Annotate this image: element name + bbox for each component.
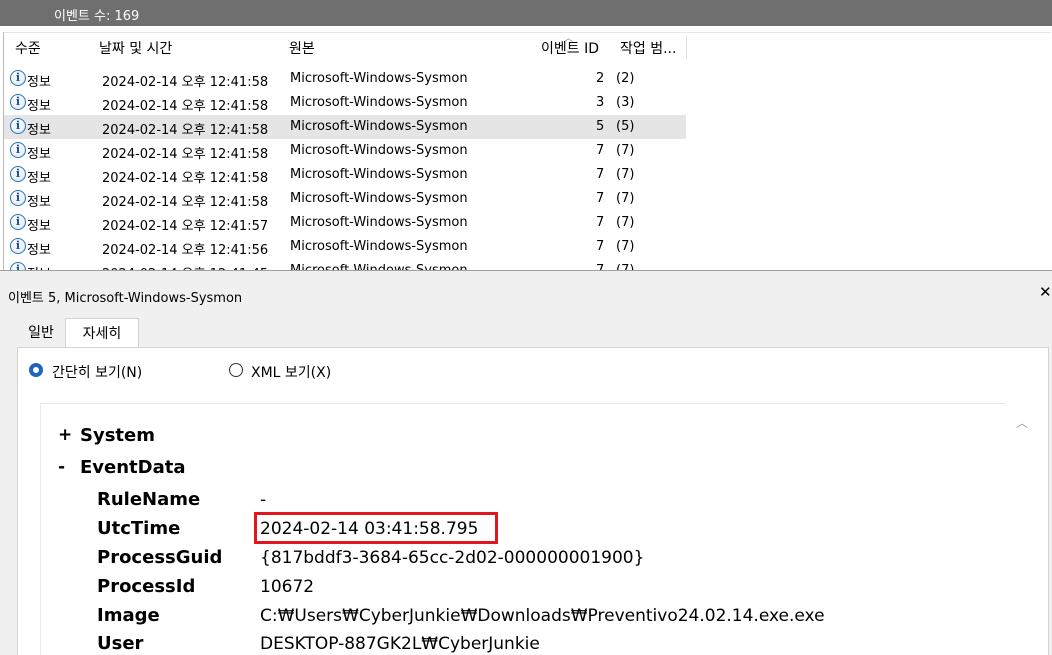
row-level: 정보 xyxy=(27,99,51,114)
info-icon: i xyxy=(10,190,26,206)
row-task: (7) xyxy=(616,191,635,206)
field-key: User xyxy=(97,633,144,654)
table-row[interactable]: i 정보 2024-02-14 오후 12:41:58 Microsoft-Wi… xyxy=(4,187,686,211)
event-viewer: 이벤트 수: 169 수준 날짜 및 시간 원본 ︿ 이벤트 ID 작업 범..… xyxy=(0,0,1052,655)
field-value: C:₩Users₩CyberJunkie₩Downloads₩Preventiv… xyxy=(260,606,825,626)
row-level: 정보 xyxy=(27,123,51,138)
info-icon: i xyxy=(10,214,26,230)
row-level: 정보 xyxy=(27,219,51,234)
table-row[interactable]: i 정보 2024-02-14 오후 12:41:58 Microsoft-Wi… xyxy=(4,91,686,115)
event-count-bar: 이벤트 수: 169 xyxy=(0,0,1052,26)
field-key: RuleName xyxy=(97,489,201,510)
xml-view-label: XML 보기(X) xyxy=(251,365,332,381)
info-icon: i xyxy=(10,94,26,110)
row-event-id: 5 xyxy=(596,119,605,134)
row-source: Microsoft-Windows-Sysmon xyxy=(290,167,468,182)
row-task: (3) xyxy=(616,95,635,110)
row-task: (7) xyxy=(616,167,635,182)
row-task: (7) xyxy=(616,143,635,158)
column-header-task[interactable]: 작업 범... xyxy=(620,38,676,58)
close-icon[interactable]: ✕ xyxy=(1039,283,1052,301)
field-key: ProcessGuid xyxy=(97,547,223,568)
field-value: DESKTOP-887GK2L₩CyberJunkie xyxy=(260,634,540,654)
row-datetime: 2024-02-14 오후 12:41:58 xyxy=(102,75,269,90)
field-key: ProcessId xyxy=(97,576,196,597)
row-datetime: 2024-02-14 오후 12:41:58 xyxy=(102,195,269,210)
detail-title: 이벤트 5, Microsoft-Windows-Sysmon xyxy=(8,291,243,306)
detail-header: 이벤트 5, Microsoft-Windows-Sysmon ✕ xyxy=(0,274,1052,310)
row-source: Microsoft-Windows-Sysmon xyxy=(290,143,468,158)
field-value: 10672 xyxy=(260,577,315,597)
row-level: 정보 xyxy=(27,75,51,90)
scroll-up-icon[interactable]: ︿ xyxy=(1016,414,1028,431)
system-node[interactable]: System xyxy=(80,425,155,446)
row-event-id: 3 xyxy=(596,95,605,110)
row-event-id: 7 xyxy=(596,215,605,230)
row-datetime: 2024-02-14 오후 12:41:58 xyxy=(102,123,269,138)
table-row[interactable]: i 정보 2024-02-14 오후 12:41:58 Microsoft-Wi… xyxy=(4,163,686,187)
tab-general[interactable]: 일반 xyxy=(17,318,65,348)
row-task: (2) xyxy=(616,71,635,86)
row-datetime: 2024-02-14 오후 12:41:58 xyxy=(102,171,269,186)
row-source: Microsoft-Windows-Sysmon xyxy=(290,71,468,86)
row-event-id: 2 xyxy=(596,71,605,86)
column-header-source[interactable]: 원본 xyxy=(289,38,315,58)
row-level: 정보 xyxy=(27,243,51,258)
info-icon: i xyxy=(10,70,26,86)
field-value: - xyxy=(260,490,267,510)
row-level: 정보 xyxy=(27,147,51,162)
expand-toggle[interactable]: + xyxy=(58,425,72,445)
table-row[interactable]: i 정보 2024-02-14 오후 12:41:56 Microsoft-Wi… xyxy=(4,235,686,259)
row-source: Microsoft-Windows-Sysmon xyxy=(290,239,468,254)
row-datetime: 2024-02-14 오후 12:41:58 xyxy=(102,147,269,162)
column-header-datetime[interactable]: 날짜 및 시간 xyxy=(99,38,172,58)
column-separator[interactable] xyxy=(686,35,687,59)
column-headers: 수준 날짜 및 시간 원본 ︿ 이벤트 ID 작업 범... xyxy=(4,33,1051,61)
row-task: (5) xyxy=(616,119,635,134)
eventdata-node[interactable]: EventData xyxy=(80,457,186,478)
row-source: Microsoft-Windows-Sysmon xyxy=(290,215,468,230)
collapse-toggle[interactable]: - xyxy=(58,457,65,477)
info-icon: i xyxy=(10,238,26,254)
row-event-id: 7 xyxy=(596,239,605,254)
friendly-view-label: 간단히 보기(N) xyxy=(52,365,143,381)
row-datetime: 2024-02-14 오후 12:41:57 xyxy=(102,219,269,234)
row-level: 정보 xyxy=(27,171,51,186)
row-event-id: 7 xyxy=(596,167,605,182)
event-list-pane: 수준 날짜 및 시간 원본 ︿ 이벤트 ID 작업 범... i 정보 2024… xyxy=(0,26,1052,273)
tab-details[interactable]: 자세히 xyxy=(65,318,139,348)
table-row[interactable]: i 정보 2024-02-14 오후 12:41:57 Microsoft-Wi… xyxy=(4,211,686,235)
row-source: Microsoft-Windows-Sysmon xyxy=(290,191,468,206)
event-list: 수준 날짜 및 시간 원본 ︿ 이벤트 ID 작업 범... i 정보 2024… xyxy=(3,32,1051,273)
row-event-id: 7 xyxy=(596,191,605,206)
event-count-label: 이벤트 수: 169 xyxy=(54,9,140,24)
table-row[interactable]: i 정보 2024-02-14 오후 12:41:58 Microsoft-Wi… xyxy=(4,67,686,91)
column-header-level[interactable]: 수준 xyxy=(15,38,41,58)
row-datetime: 2024-02-14 오후 12:41:56 xyxy=(102,243,269,258)
table-row[interactable]: i 정보 2024-02-14 오후 12:41:58 Microsoft-Wi… xyxy=(4,139,686,163)
info-icon: i xyxy=(10,142,26,158)
row-source: Microsoft-Windows-Sysmon xyxy=(290,119,468,134)
row-task: (7) xyxy=(616,215,635,230)
row-task: (7) xyxy=(616,239,635,254)
radio-unselected-icon[interactable] xyxy=(229,363,243,377)
table-row-selected[interactable]: i 정보 2024-02-14 오후 12:41:58 Microsoft-Wi… xyxy=(4,115,686,139)
column-header-event-id[interactable]: 이벤트 ID xyxy=(541,38,599,58)
radio-selected-icon[interactable] xyxy=(29,363,43,377)
info-icon: i xyxy=(10,166,26,182)
row-level: 정보 xyxy=(27,195,51,210)
info-icon: i xyxy=(10,118,26,134)
row-source: Microsoft-Windows-Sysmon xyxy=(290,95,468,110)
row-datetime: 2024-02-14 오후 12:41:58 xyxy=(102,99,269,114)
field-value: {817bddf3-3684-65cc-2d02-000000001900} xyxy=(260,548,645,568)
row-event-id: 7 xyxy=(596,143,605,158)
field-key: Image xyxy=(97,605,160,626)
highlight-annotation xyxy=(254,512,498,544)
field-key: UtcTime xyxy=(97,518,181,539)
